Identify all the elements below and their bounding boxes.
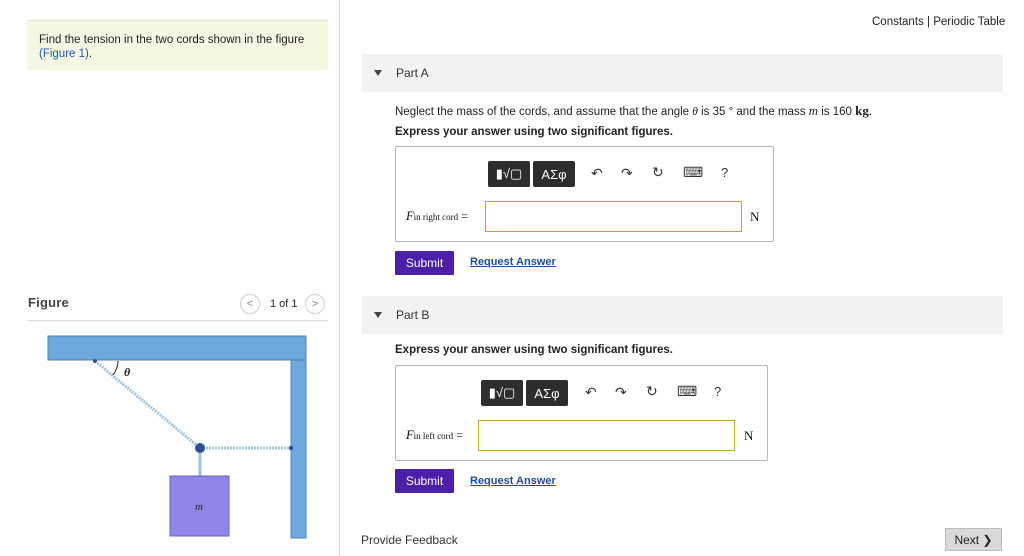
help-icon[interactable]: ? [714, 384, 721, 399]
figure-prev-button[interactable]: < [240, 294, 260, 314]
keyboard-icon[interactable]: ⌨ [677, 383, 697, 400]
problem-suffix: . [88, 48, 93, 60]
part-b-answer-input[interactable] [478, 420, 735, 451]
answer-variable: F [406, 428, 414, 442]
figure-divider [28, 320, 328, 321]
problem-text: Find the tension in the two cords shown … [39, 34, 305, 46]
part-b-title: Part B [396, 308, 430, 322]
part-b-answer-label: Fin left cord = [406, 428, 463, 443]
question-period: . [868, 106, 873, 118]
symbols-button[interactable]: ΑΣφ [526, 380, 568, 406]
collapse-triangle-icon [374, 70, 382, 76]
figure-title: Figure [28, 295, 69, 310]
left-anchor [93, 359, 97, 363]
part-b-submit-button[interactable]: Submit [395, 469, 454, 493]
collapse-triangle-icon [374, 312, 382, 318]
figure-next-button[interactable]: > [305, 294, 325, 314]
part-b-unit: N [744, 428, 754, 443]
part-a-answer-label: Fin right cord = [406, 209, 468, 224]
part-a-submit-button[interactable]: Submit [395, 251, 454, 275]
templates-button[interactable]: ▮√▢ [488, 161, 530, 187]
mass-symbol: m [808, 103, 819, 118]
right-anchor [289, 446, 293, 450]
part-a-answer-box: ▮√▢ ΑΣφ ↶ ↷ ↻ ⌨ ? Fin right cord = N [395, 146, 774, 242]
mass-label: m [195, 501, 203, 513]
templates-button[interactable]: ▮√▢ [481, 380, 523, 406]
kg-unit: kg [855, 103, 869, 118]
part-a-answer-input[interactable] [485, 201, 742, 232]
equals-sign: = [461, 209, 468, 223]
part-b-answer-box: ▮√▢ ΑΣφ ↶ ↷ ↻ ⌨ ? Fin left cord = N [395, 365, 768, 461]
figure-counter: 1 of 1 [270, 298, 298, 310]
part-b-instruction: Express your answer using two significan… [395, 344, 673, 356]
constants-link[interactable]: Constants [872, 16, 924, 28]
part-b-header[interactable]: Part B [362, 296, 1003, 334]
theta-symbol: θ [692, 106, 698, 118]
question-text-1: Neglect the mass of the cords, and assum… [395, 106, 690, 118]
part-a-request-answer-link[interactable]: Request Answer [470, 256, 556, 268]
problem-statement: Find the tension in the two cords shown … [27, 20, 328, 70]
undo-icon[interactable]: ↶ [585, 384, 597, 401]
link-separator: | [926, 16, 930, 28]
left-cord [94, 359, 201, 450]
undo-icon[interactable]: ↶ [591, 165, 603, 182]
part-b-request-answer-link[interactable]: Request Answer [470, 475, 556, 487]
reset-icon[interactable]: ↻ [652, 164, 664, 181]
next-button[interactable]: Next ❯ [945, 528, 1002, 551]
help-icon[interactable]: ? [721, 165, 728, 180]
provide-feedback-link[interactable]: Provide Feedback [361, 533, 458, 547]
part-a-question: Neglect the mass of the cords, and assum… [395, 103, 872, 119]
angle-label: θ [124, 365, 131, 379]
question-text-3: is 160 [821, 106, 852, 118]
reset-icon[interactable]: ↻ [646, 383, 658, 400]
figure-link[interactable]: (Figure 1) [39, 48, 89, 60]
answer-subscript: in left cord [413, 431, 454, 441]
answer-subscript: in right cord [413, 212, 459, 222]
part-a-instruction: Express your answer using two significan… [395, 126, 673, 138]
angle-arc [112, 360, 119, 376]
answer-variable: F [406, 209, 414, 223]
figure-diagram: θ m [47, 335, 307, 539]
wall [290, 359, 307, 539]
redo-icon[interactable]: ↷ [615, 384, 627, 401]
header-links: Constants | Periodic Table [872, 16, 1005, 28]
keyboard-icon[interactable]: ⌨ [683, 164, 703, 181]
part-a-unit: N [750, 209, 760, 224]
part-a-header[interactable]: Part A [362, 54, 1003, 92]
ceiling-beam [47, 335, 307, 361]
panel-divider [339, 0, 340, 556]
redo-icon[interactable]: ↷ [621, 165, 633, 182]
periodic-table-link[interactable]: Periodic Table [933, 16, 1005, 28]
part-a-title: Part A [396, 66, 429, 80]
knot [195, 443, 205, 453]
question-text-2: is 35 ° and the mass [701, 106, 806, 118]
symbols-button[interactable]: ΑΣφ [533, 161, 575, 187]
equals-sign: = [456, 428, 463, 442]
